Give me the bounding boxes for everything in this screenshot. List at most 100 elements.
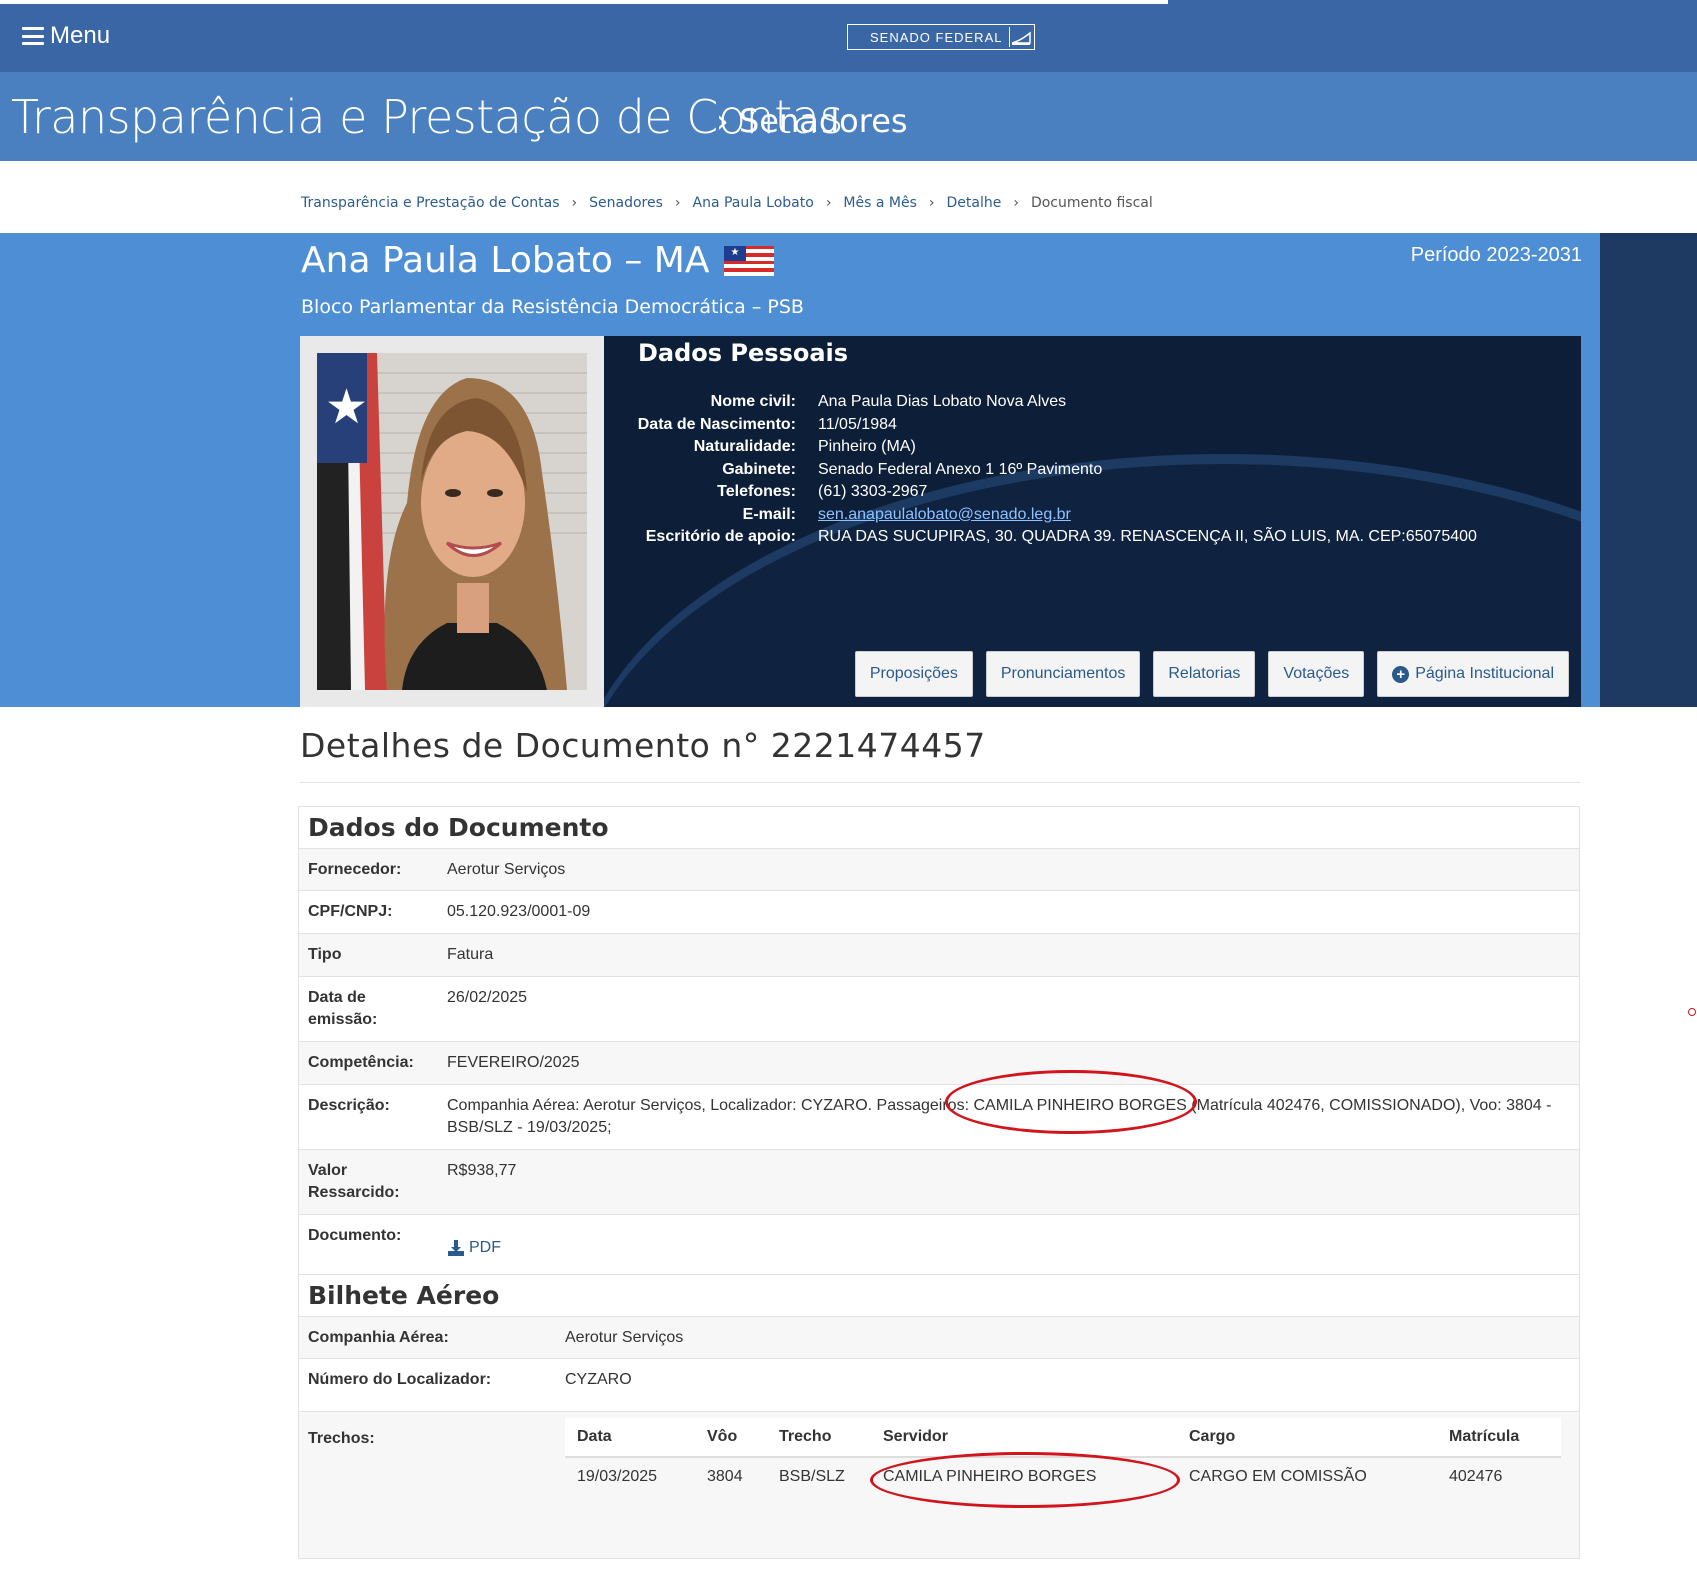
- relatorias-button[interactable]: Relatorias: [1153, 651, 1256, 697]
- breadcrumb-item[interactable]: Senadores: [589, 195, 663, 211]
- breadcrumb-item[interactable]: Mês a Mês: [843, 195, 916, 211]
- personal-row: Telefones: (61) 3303-2967: [604, 481, 1477, 504]
- field-label: Naturalidade:: [693, 438, 796, 456]
- field-value: 11/05/1984: [818, 415, 897, 433]
- plus-circle-icon: +: [1392, 665, 1410, 683]
- personal-data-panel: Dados Pessoais Nome civil: Ana Paula Dias…: [604, 336, 1581, 707]
- table-row: Documento: PDF: [299, 1215, 1579, 1280]
- row-label: Tipo: [308, 946, 342, 963]
- row-label: CPF/CNPJ:: [308, 903, 393, 920]
- table-row: Companhia Aérea: Aerotur Serviços: [299, 1317, 1579, 1359]
- breadcrumb-separator: ›: [928, 195, 935, 211]
- breadcrumb-separator: ›: [674, 195, 681, 211]
- breadcrumb-item[interactable]: Transparência e Prestação de Contas: [301, 195, 560, 211]
- pronunciamentos-button[interactable]: Pronunciamentos: [985, 651, 1141, 697]
- menu-button[interactable]: Menu: [22, 22, 110, 50]
- breadcrumb-separator: ›: [825, 195, 832, 211]
- hamburger-icon: [22, 27, 44, 45]
- segment-cell: 3804: [707, 1468, 743, 1485]
- row-label: Número do Localizador:: [308, 1371, 492, 1388]
- proposicoes-button[interactable]: Proposições: [854, 651, 973, 697]
- row-value: Aerotur Serviços: [565, 1329, 684, 1346]
- row-value: Fatura: [447, 946, 494, 963]
- segment-cell: 19/03/2025: [577, 1468, 658, 1485]
- senator-period: Período 2023-2031: [1410, 244, 1582, 266]
- table-row: CPF/CNPJ: 05.120.923/0001-09: [299, 891, 1579, 934]
- table-row: Tipo Fatura: [299, 934, 1579, 977]
- senator-hero: Ana Paula Lobato – MA ★ Bloco Parlamenta…: [0, 233, 1697, 707]
- column-header: Trecho: [767, 1418, 871, 1458]
- senado-logo[interactable]: SENADO FEDERAL: [847, 24, 1035, 50]
- table-row: Descrição: Companhia Aérea: Aerotur Servi…: [299, 1085, 1579, 1150]
- row-label: Companhia Aérea:: [308, 1329, 449, 1346]
- personal-row: Data de Nascimento: 11/05/1984: [604, 414, 1477, 437]
- breadcrumb-separator: ›: [571, 195, 578, 211]
- personal-row: Gabinete: Senado Federal Anexo 1 16º Pavi…: [604, 459, 1477, 482]
- segment-cell: 402476: [1449, 1468, 1503, 1485]
- row-label: Documento:: [308, 1227, 402, 1244]
- title-divider: [300, 782, 1580, 783]
- document-section-title: Dados do Documento: [299, 807, 1579, 849]
- segment-cell: BSB/SLZ: [779, 1468, 845, 1485]
- field-value: Pinheiro (MA): [818, 438, 916, 456]
- personal-data-list: Nome civil: Ana Paula Dias Lobato Nova Al…: [604, 391, 1477, 549]
- senator-name-row: Ana Paula Lobato – MA ★: [301, 240, 774, 281]
- field-label: Data de Nascimento:: [637, 415, 796, 433]
- top-navbar: Menu SENADO FEDERAL: [0, 0, 1697, 72]
- table-row: Competência: FEVEREIRO/2025: [299, 1042, 1579, 1085]
- senator-name: Ana Paula Lobato – MA: [301, 240, 710, 281]
- document-title: Detalhes de Documento n° 2221474457: [300, 726, 986, 765]
- segment-cell: CARGO EM COMISSÃO: [1189, 1468, 1367, 1485]
- personal-row: Nome civil: Ana Paula Dias Lobato Nova Al…: [604, 391, 1477, 414]
- site-title-bar: Transparência e Prestação de Contas › Se…: [0, 72, 1697, 161]
- table-row: Número do Localizador: CYZARO: [299, 1359, 1579, 1412]
- row-label: Trechos:: [308, 1430, 375, 1447]
- row-label: Fornecedor:: [308, 861, 402, 878]
- breadcrumb-current: Documento fiscal: [1030, 195, 1153, 211]
- profile-button-group: Proposições Pronunciamentos Relatorias V…: [854, 651, 1569, 697]
- field-value: Ana Paula Dias Lobato Nova Alves: [818, 393, 1067, 411]
- field-label: Nome civil:: [710, 393, 796, 411]
- table-row: Fornecedor: Aerotur Serviços: [299, 849, 1579, 891]
- breadcrumb: Transparência e Prestação de Contas › Sen…: [301, 195, 1153, 211]
- breadcrumb-item[interactable]: Detalhe: [946, 195, 1001, 211]
- red-highlight-ellipse: [945, 1070, 1197, 1134]
- row-value: Aerotur Serviços: [447, 861, 566, 878]
- field-label: Telefones:: [717, 483, 796, 501]
- column-header: Cargo: [1177, 1418, 1437, 1458]
- column-header: Matrícula: [1437, 1418, 1561, 1458]
- ticket-section-title: Bilhete Aéreo: [299, 1275, 1579, 1317]
- hero-right-band: [1600, 233, 1697, 707]
- personal-data-heading: Dados Pessoais: [638, 339, 849, 367]
- breadcrumb-separator: ›: [1013, 195, 1019, 211]
- breadcrumb-item[interactable]: Ana Paula Lobato: [693, 195, 814, 211]
- row-value: CYZARO: [565, 1371, 632, 1388]
- maranhao-flag-icon: ★: [723, 245, 774, 276]
- portrait-image: ★: [317, 353, 587, 690]
- red-highlight-ellipse: [870, 1452, 1180, 1508]
- field-label: Escritório de apoio:: [645, 528, 796, 546]
- personal-row: Escritório de apoio: RUA DAS SUCUPIRAS, 3…: [604, 526, 1477, 549]
- column-header: Vôo: [695, 1418, 767, 1458]
- field-label: Gabinete:: [722, 460, 796, 478]
- row-value: R$938,77: [447, 1162, 517, 1179]
- pdf-label: PDF: [469, 1238, 501, 1256]
- row-value: 26/02/2025: [447, 989, 528, 1006]
- svg-text:★: ★: [325, 379, 368, 435]
- ticket-panel: Bilhete Aéreo Companhia Aérea: Aerotur Se…: [298, 1274, 1580, 1559]
- field-value: (61) 3303-2967: [818, 483, 928, 501]
- senado-mark-icon: [1009, 27, 1032, 47]
- column-header: Data: [565, 1418, 695, 1458]
- email-link[interactable]: sen.anapaulalobato@senado.leg.br: [818, 506, 1071, 524]
- pdf-download-link[interactable]: PDF: [447, 1215, 501, 1280]
- red-dot-mark: [1688, 1008, 1696, 1016]
- site-section[interactable]: › Senadores: [716, 102, 908, 140]
- row-label: Data de emissão:: [308, 989, 378, 1028]
- votacoes-button[interactable]: Votações: [1268, 651, 1365, 697]
- row-value: 05.120.923/0001-09: [447, 903, 591, 920]
- senator-party: Bloco Parlamentar da Resistência Democrá…: [301, 296, 804, 318]
- top-white-line: [0, 0, 1168, 4]
- row-label: Competência:: [308, 1054, 414, 1071]
- field-label: E-mail:: [742, 505, 796, 523]
- pagina-institucional-button[interactable]: + Página Institucional: [1377, 651, 1569, 697]
